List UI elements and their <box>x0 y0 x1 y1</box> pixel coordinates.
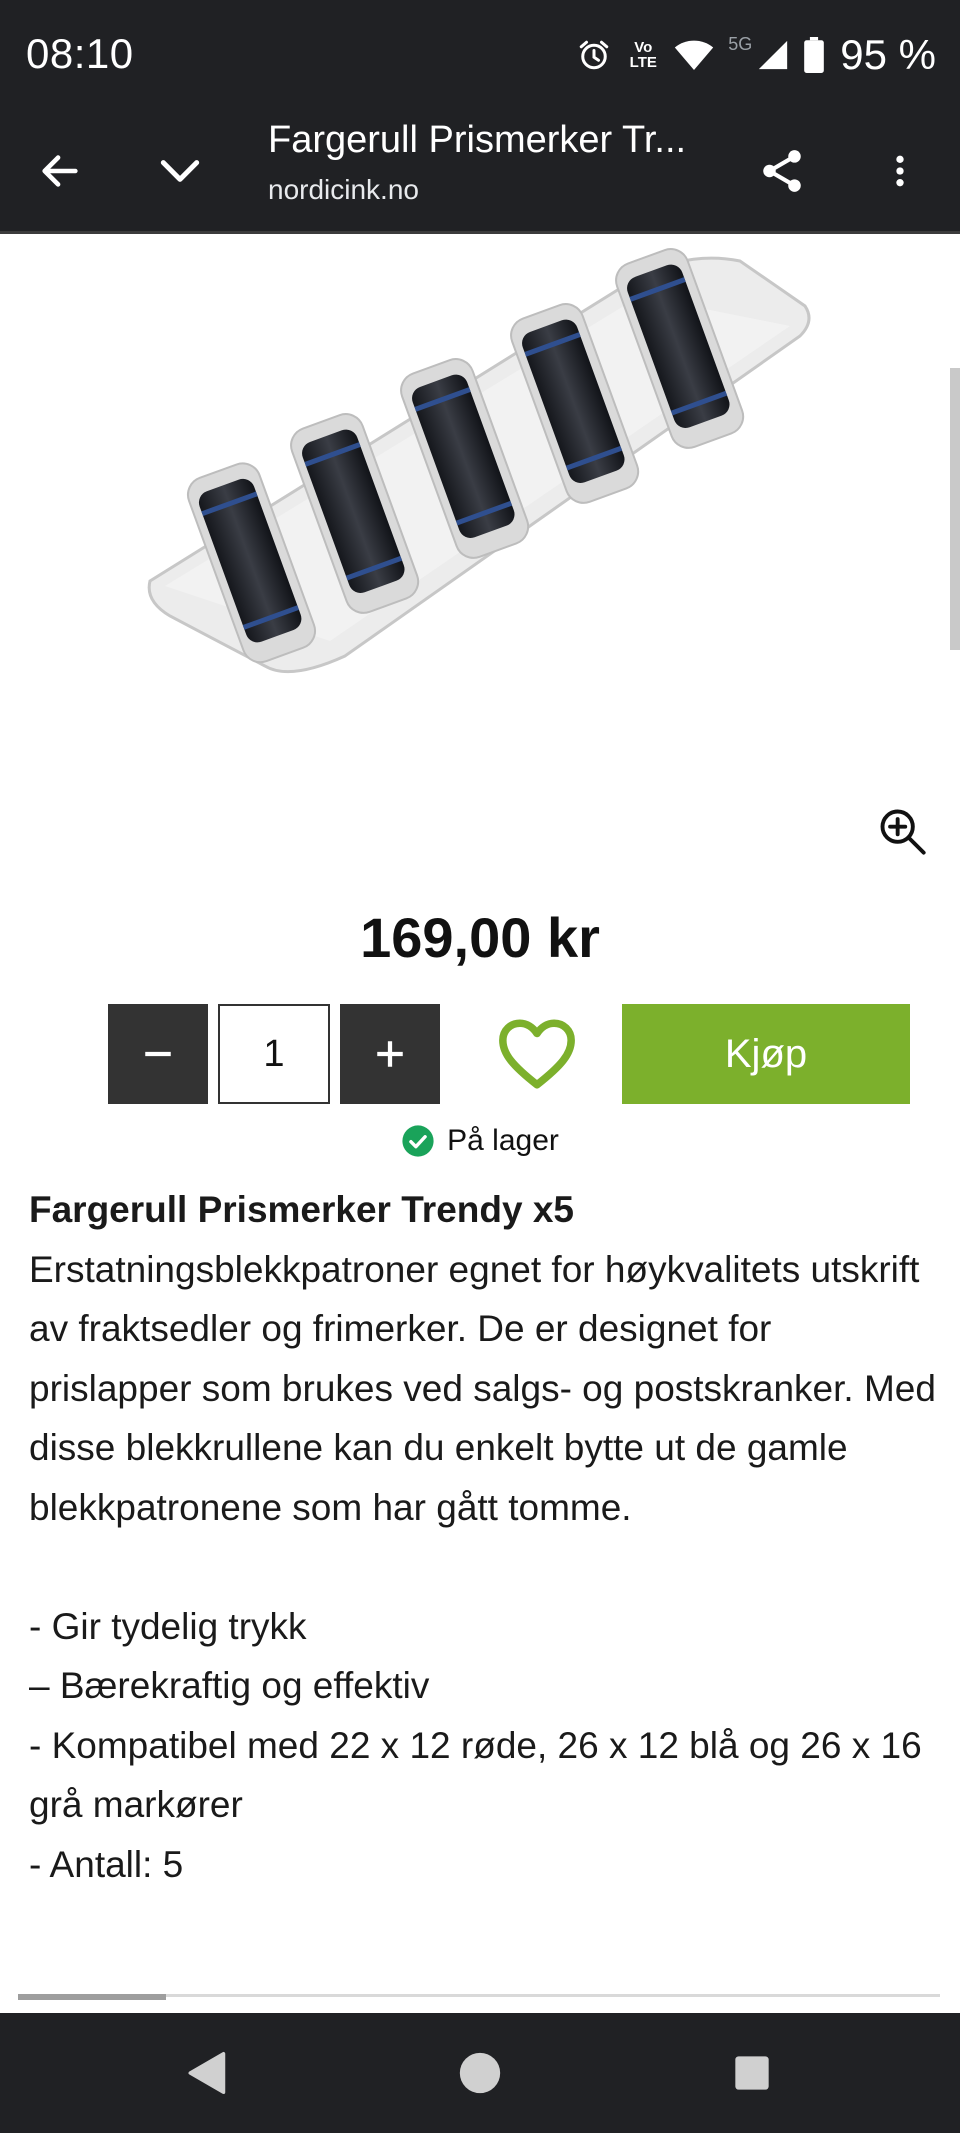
circle-home-icon <box>459 2052 501 2094</box>
description-bullet: - Gir tydelig trykk <box>29 1605 307 1647</box>
battery-level: 95 % <box>840 31 936 78</box>
network-type: 5G <box>728 34 753 54</box>
nav-back-button[interactable] <box>178 2045 234 2101</box>
alarm-icon <box>580 40 609 70</box>
nav-recents-button[interactable] <box>724 2045 780 2101</box>
minimize-button[interactable] <box>150 141 210 201</box>
battery-icon <box>804 37 825 73</box>
browser-toolbar: Fargerull Prismerker Tr... nordicink.no <box>0 108 960 234</box>
page-url: nordicink.no <box>268 174 419 205</box>
product-price: 169,00 kr <box>360 906 600 969</box>
page-title: Fargerull Prismerker Tr... <box>268 119 687 161</box>
quantity-increase-button[interactable] <box>340 1004 440 1104</box>
product-description: Fargerull Prismerker Trendy x5 Erstatnin… <box>29 1180 939 1894</box>
quantity-decrease-button[interactable] <box>108 1004 208 1104</box>
description-paragraph: Erstatningsblekkpatroner egnet for høykv… <box>29 1248 936 1528</box>
description-bullet: - Antall: 5 <box>29 1843 184 1885</box>
description-bullet: - Kompatibel med 22 x 12 røde, 26 x 12 b… <box>29 1724 922 1826</box>
share-button[interactable] <box>752 141 812 201</box>
back-button[interactable] <box>30 141 90 201</box>
wifi-icon <box>675 40 714 70</box>
arrow-left-icon <box>42 155 78 187</box>
quantity-input[interactable]: 1 <box>218 1004 330 1104</box>
product-image[interactable] <box>0 236 960 776</box>
status-time: 08:10 <box>26 30 134 77</box>
volte-indicator: Vo LTE <box>629 39 657 71</box>
wishlist-button[interactable] <box>496 1014 578 1094</box>
more-vertical-icon <box>896 155 904 187</box>
horizontal-scroll-indicator <box>18 1994 166 2000</box>
more-options-button[interactable] <box>870 141 930 201</box>
stock-label: På lager <box>447 1124 559 1157</box>
zoom-in-icon[interactable] <box>876 805 928 857</box>
scroll-indicator[interactable] <box>950 368 960 650</box>
signal-icon <box>759 40 788 70</box>
nav-home-button[interactable] <box>452 2045 508 2101</box>
system-nav-bar <box>0 2013 960 2133</box>
triangle-back-icon <box>188 2052 226 2094</box>
buy-button[interactable]: Kjøp <box>622 1004 910 1104</box>
stock-status: På lager <box>0 1124 960 1158</box>
description-bullet: – Bærekraftig og effektiv <box>29 1665 430 1706</box>
check-circle-icon <box>402 1125 434 1157</box>
share-icon <box>763 150 801 192</box>
heart-icon <box>499 1019 575 1089</box>
square-recents-icon <box>735 2056 769 2090</box>
description-title: Fargerull Prismerker Trendy x5 <box>29 1189 574 1230</box>
status-bar: 08:10 Vo LTE 5G 95 % <box>0 0 960 108</box>
minus-icon <box>145 1051 171 1057</box>
chevron-down-icon <box>160 160 200 182</box>
ink-roll-blister-image <box>147 248 811 674</box>
plus-icon <box>377 1041 403 1067</box>
status-icons: Vo LTE 5G 95 % <box>576 30 936 80</box>
